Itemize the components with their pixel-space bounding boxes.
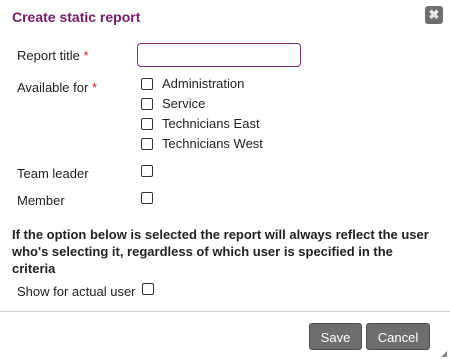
checkbox-team-leader[interactable] [141, 165, 153, 177]
option-label-technicians-east: Technicians East [162, 116, 260, 131]
required-mark: * [91, 80, 97, 95]
team-leader-label: Team leader [17, 166, 89, 181]
available-for-label-row: Available for * [17, 80, 97, 95]
actual-user-note: If the option below is selected the repo… [12, 227, 429, 276]
cancel-button[interactable]: Cancel [366, 323, 430, 350]
close-button[interactable]: ✖ [425, 6, 443, 24]
save-button[interactable]: Save [309, 323, 362, 350]
checkbox-service[interactable] [141, 98, 153, 110]
show-for-actual-user-label: Show for actual user [17, 284, 136, 299]
report-title-label-row: Report title * [17, 48, 89, 63]
available-for-label: Available for [17, 80, 89, 95]
close-icon: ✖ [428, 7, 440, 22]
checkbox-technicians-west[interactable] [141, 138, 153, 150]
checkbox-member[interactable] [141, 192, 153, 204]
checkbox-administration[interactable] [141, 78, 153, 90]
member-label: Member [17, 193, 65, 208]
checkbox-technicians-east[interactable] [141, 118, 153, 130]
report-title-input[interactable] [137, 43, 301, 67]
footer-divider [0, 311, 450, 312]
option-label-technicians-west: Technicians West [162, 136, 263, 151]
resize-grip-icon[interactable]: ◢ [441, 350, 449, 358]
checkbox-show-for-actual-user[interactable] [142, 283, 154, 295]
report-title-label: Report title [17, 48, 80, 63]
option-label-administration: Administration [162, 76, 245, 91]
dialog-title: Create static report [12, 9, 141, 25]
create-static-report-dialog: Create static report ✖ Report title * Av… [0, 0, 450, 359]
option-label-service: Service [162, 96, 206, 111]
required-mark: * [83, 48, 89, 63]
